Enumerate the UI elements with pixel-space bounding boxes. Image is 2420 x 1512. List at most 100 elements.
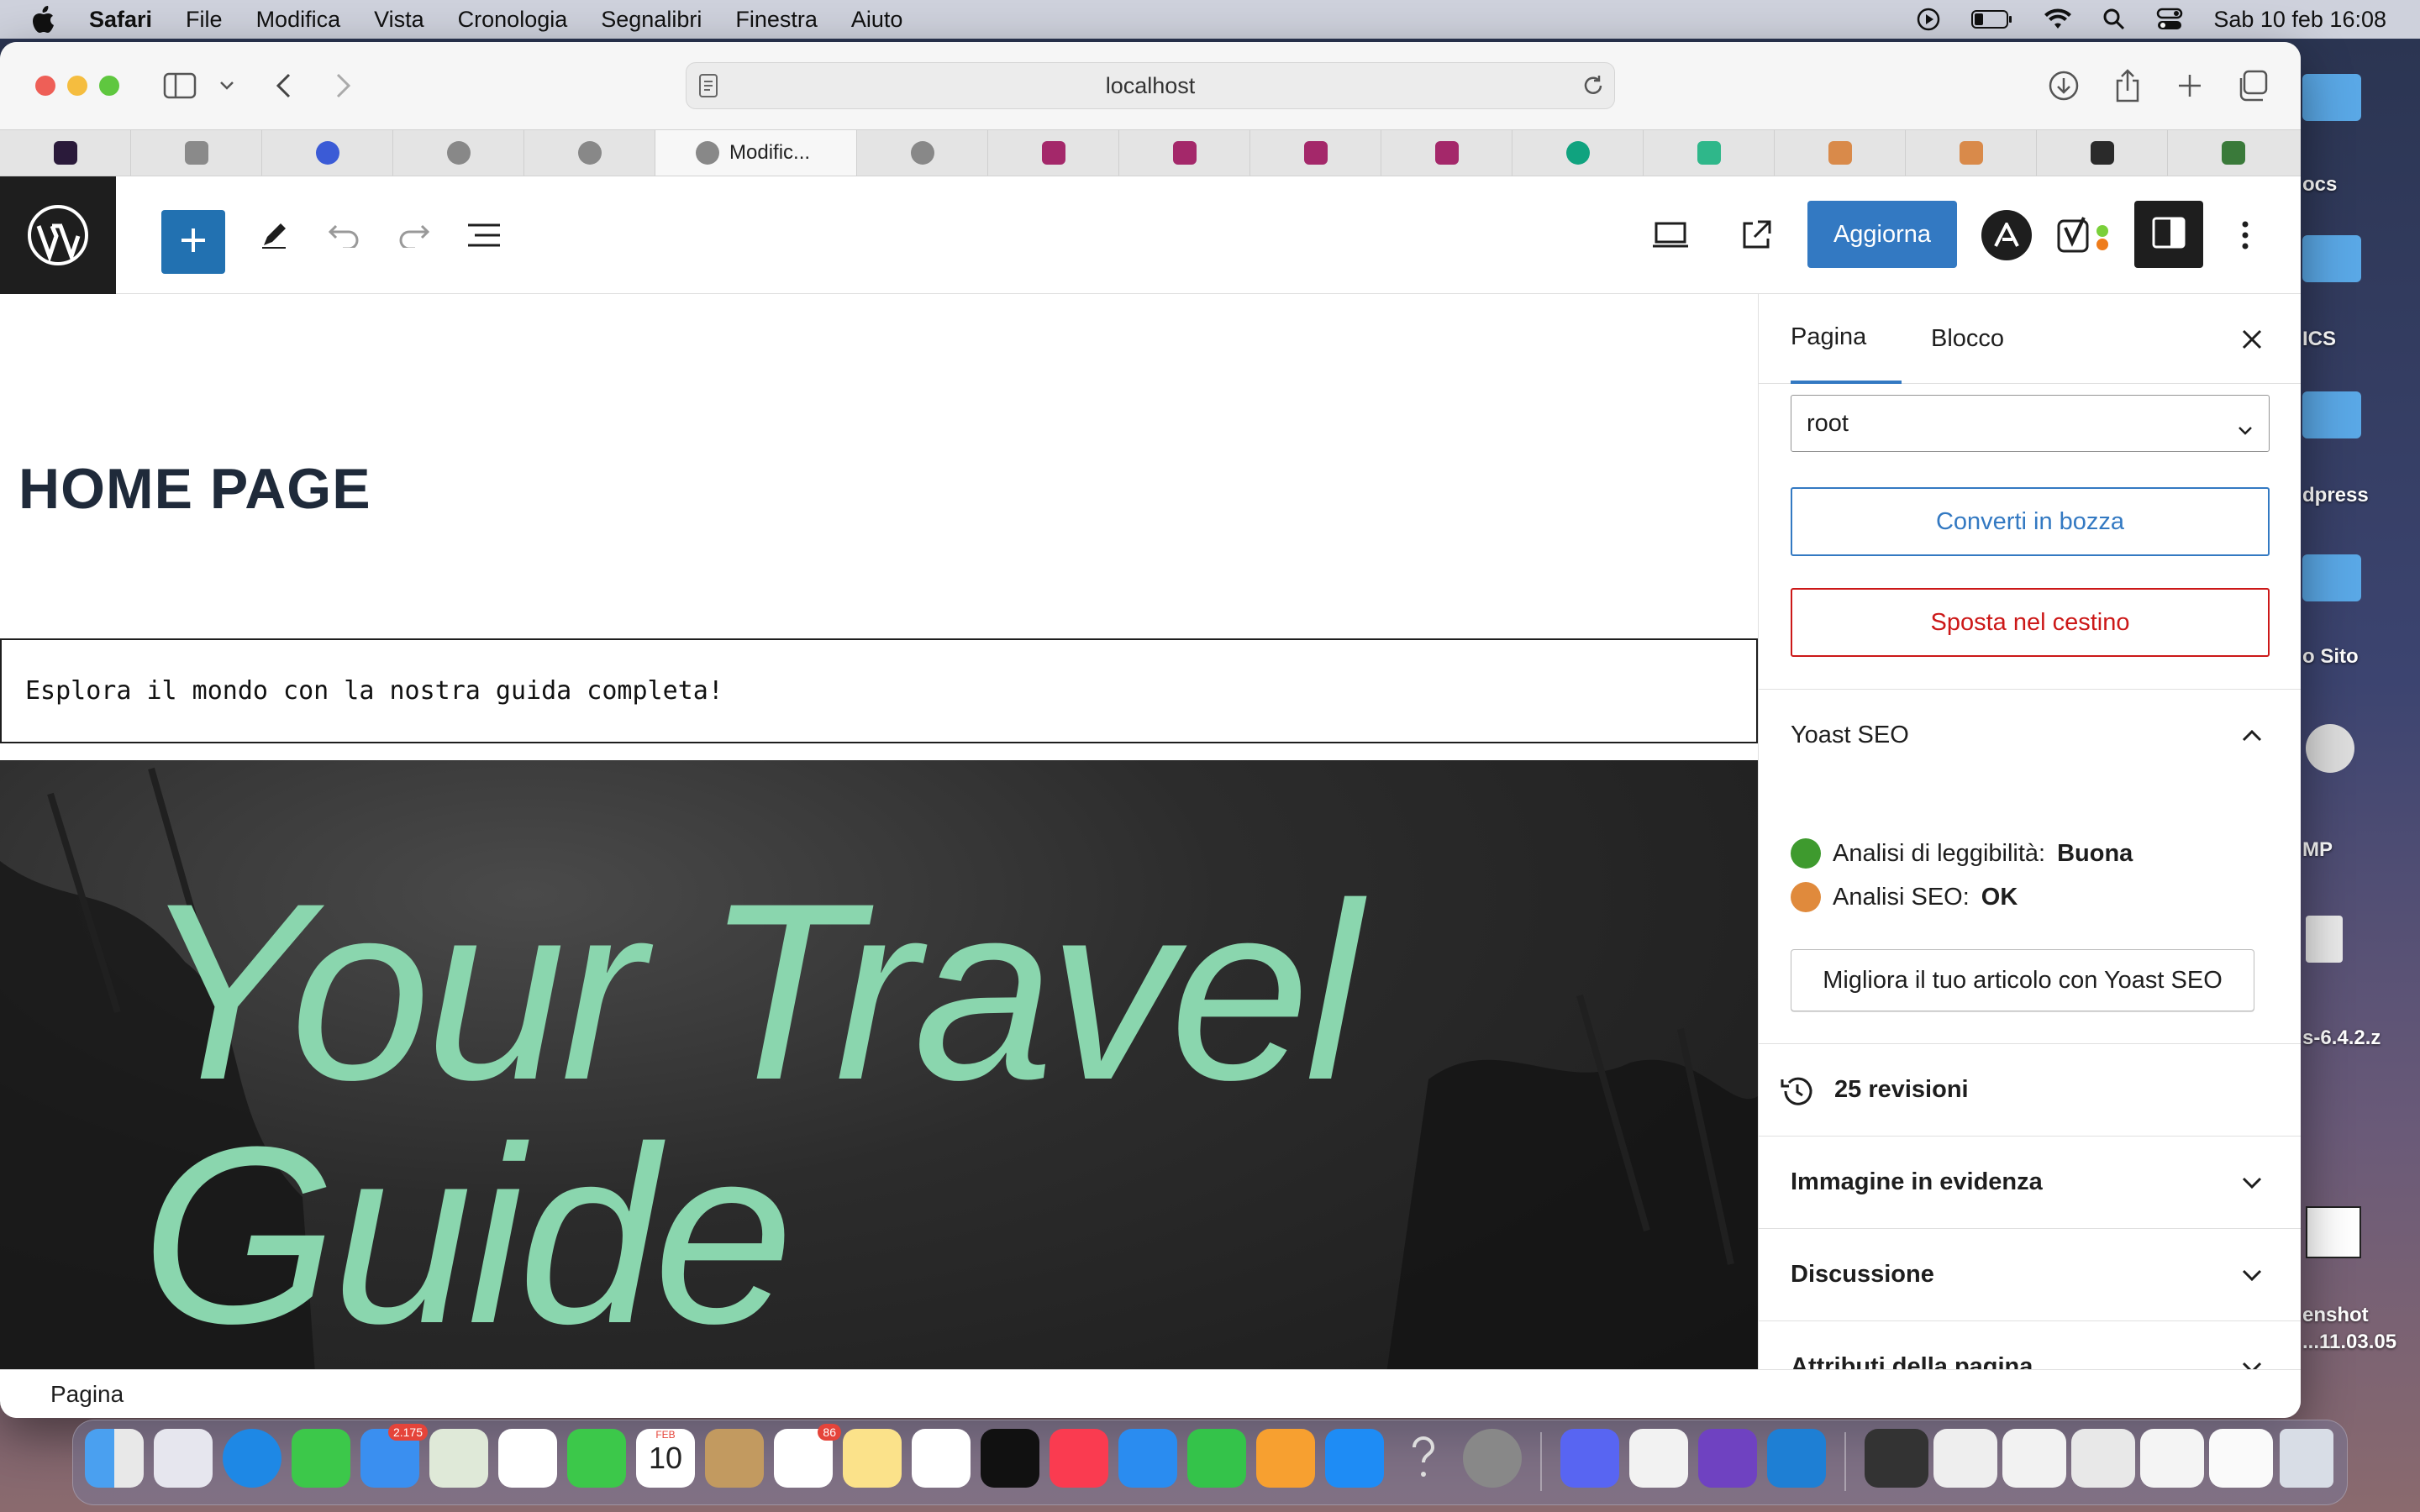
music-icon[interactable] — [1050, 1429, 1108, 1488]
control-center-icon[interactable] — [2156, 8, 2183, 31]
browser-tab[interactable] — [1644, 130, 1775, 176]
facetime-icon[interactable] — [567, 1429, 626, 1488]
sidebar-icon[interactable] — [160, 66, 200, 106]
maps-icon[interactable] — [429, 1429, 488, 1488]
add-block-button[interactable] — [161, 210, 225, 274]
menu-app-safari[interactable]: Safari — [89, 7, 152, 33]
forward-icon[interactable] — [323, 66, 363, 106]
browser-tab[interactable] — [524, 130, 655, 176]
new-tab-icon[interactable] — [2170, 66, 2210, 106]
browser-tab[interactable] — [1119, 130, 1250, 176]
menu-edit[interactable]: Modifica — [256, 7, 341, 33]
minimized-window-thumbnail[interactable] — [1933, 1429, 1997, 1488]
tab-overview-icon[interactable] — [2232, 66, 2272, 106]
cover-block[interactable]: Your Travel Guide — [0, 760, 1758, 1411]
breadcrumb-item[interactable]: Pagina — [50, 1381, 124, 1408]
browser-tab[interactable] — [262, 130, 393, 176]
browser-tab[interactable] — [2168, 130, 2299, 176]
calendar-icon[interactable]: FEB 10 — [636, 1429, 695, 1488]
search-icon[interactable] — [2102, 8, 2126, 31]
minimized-window-thumbnail[interactable] — [2002, 1429, 2066, 1488]
safari-icon[interactable] — [223, 1429, 281, 1488]
zip-file-icon[interactable] — [2306, 916, 2343, 963]
launchpad-icon[interactable] — [154, 1429, 213, 1488]
keynote-icon[interactable] — [1118, 1429, 1177, 1488]
move-to-trash-button[interactable]: Sposta nel cestino — [1791, 588, 2270, 657]
convert-to-draft-button[interactable]: Converti in bozza — [1791, 487, 2270, 556]
menu-history[interactable]: Cronologia — [458, 7, 568, 33]
external-link-icon[interactable] — [1733, 212, 1780, 259]
chevron-down-icon[interactable] — [210, 66, 244, 106]
menu-file[interactable]: File — [186, 7, 223, 33]
minimized-window-thumbnail[interactable] — [2209, 1429, 2273, 1488]
desktop-folder-icon[interactable] — [2302, 74, 2361, 121]
close-window-button[interactable] — [35, 76, 55, 96]
astra-icon[interactable] — [1981, 210, 2032, 260]
notes-icon[interactable] — [843, 1429, 902, 1488]
menu-help[interactable]: Aiuto — [851, 7, 903, 33]
menu-clock[interactable]: Sab 10 feb 16:08 — [2213, 7, 2386, 33]
minimize-window-button[interactable] — [67, 76, 87, 96]
browser-tab[interactable] — [1775, 130, 1906, 176]
page-attributes-panel[interactable]: Attributi della pagina — [1759, 1320, 2301, 1369]
document-overview-icon[interactable] — [460, 212, 508, 259]
minimized-window-thumbnail[interactable] — [2071, 1429, 2135, 1488]
discord-icon[interactable] — [1560, 1429, 1619, 1488]
desktop-app-icon[interactable] — [2306, 724, 2354, 773]
zoom-window-button[interactable] — [99, 76, 119, 96]
tableplus-icon[interactable] — [1629, 1429, 1688, 1488]
cover-heading[interactable]: Your Travel Guide — [141, 865, 1738, 1361]
wordpress-logo-icon[interactable] — [0, 176, 116, 294]
battery-icon[interactable] — [1971, 9, 2013, 29]
screenshot-file-icon[interactable] — [2306, 1206, 2361, 1258]
vscode-icon[interactable] — [1767, 1429, 1826, 1488]
tab-block[interactable]: Blocco — [1931, 294, 2004, 384]
discussion-panel[interactable]: Discussione — [1759, 1228, 2301, 1320]
address-bar[interactable]: localhost — [686, 62, 1615, 109]
desktop-folder-icon[interactable] — [2302, 554, 2361, 601]
tab-page[interactable]: Pagina — [1791, 294, 1902, 384]
close-icon[interactable] — [2237, 324, 2267, 354]
browser-tab-active[interactable]: Modific... — [655, 130, 857, 176]
more-options-icon[interactable] — [2222, 212, 2269, 259]
share-icon[interactable] — [2107, 66, 2148, 106]
finder-icon[interactable] — [85, 1429, 144, 1488]
system-settings-icon[interactable] — [1463, 1429, 1522, 1488]
menu-window[interactable]: Finestra — [735, 7, 818, 33]
download-icon[interactable] — [2044, 66, 2084, 106]
browser-tab[interactable] — [857, 130, 988, 176]
page-title[interactable]: HOME PAGE — [18, 456, 371, 522]
yoast-panel-header[interactable]: Yoast SEO — [1759, 689, 2301, 781]
apple-menu-icon[interactable] — [32, 5, 60, 34]
browser-tab[interactable] — [393, 130, 524, 176]
paragraph-block[interactable]: Esplora il mondo con la nostra guida com… — [0, 638, 1758, 743]
reminders-icon[interactable]: 86 — [774, 1424, 841, 1488]
desktop-preview-icon[interactable] — [1647, 212, 1694, 259]
settings-toggle-button[interactable] — [2134, 201, 2203, 268]
desktop-folder-icon[interactable] — [2302, 235, 2361, 282]
photos-icon[interactable] — [498, 1429, 557, 1488]
redo-icon[interactable] — [390, 212, 437, 259]
app-store-icon[interactable] — [1325, 1429, 1384, 1488]
improve-with-yoast-button[interactable]: Migliora il tuo articolo con Yoast SEO — [1791, 949, 2254, 1011]
featured-image-panel[interactable]: Immagine in evidenza — [1759, 1136, 2301, 1228]
messages-icon[interactable] — [292, 1429, 350, 1488]
pages-icon[interactable] — [1256, 1429, 1315, 1488]
revisions-link[interactable]: 25 revisioni — [1759, 1043, 2301, 1136]
menu-bookmarks[interactable]: Segnalibri — [601, 7, 702, 33]
browser-tab[interactable] — [988, 130, 1119, 176]
minimized-window-thumbnail[interactable] — [2140, 1429, 2204, 1488]
trash-icon[interactable] — [2280, 1429, 2333, 1488]
play-circle-icon[interactable] — [1916, 7, 1941, 32]
wifi-icon[interactable] — [2044, 8, 2072, 30]
apple-tv-icon[interactable] — [981, 1429, 1039, 1488]
readability-analysis[interactable]: Analisi di leggibilità: Buona — [1791, 838, 2133, 869]
reload-icon[interactable] — [1581, 73, 1606, 104]
browser-tab[interactable] — [1381, 130, 1512, 176]
browser-tab[interactable] — [1250, 130, 1381, 176]
browser-tab[interactable] — [1906, 130, 2037, 176]
mail-icon[interactable]: 2.175 — [360, 1424, 428, 1488]
browser-tab[interactable] — [1512, 130, 1644, 176]
browser-tab[interactable] — [131, 130, 262, 176]
undo-icon[interactable] — [321, 212, 368, 259]
